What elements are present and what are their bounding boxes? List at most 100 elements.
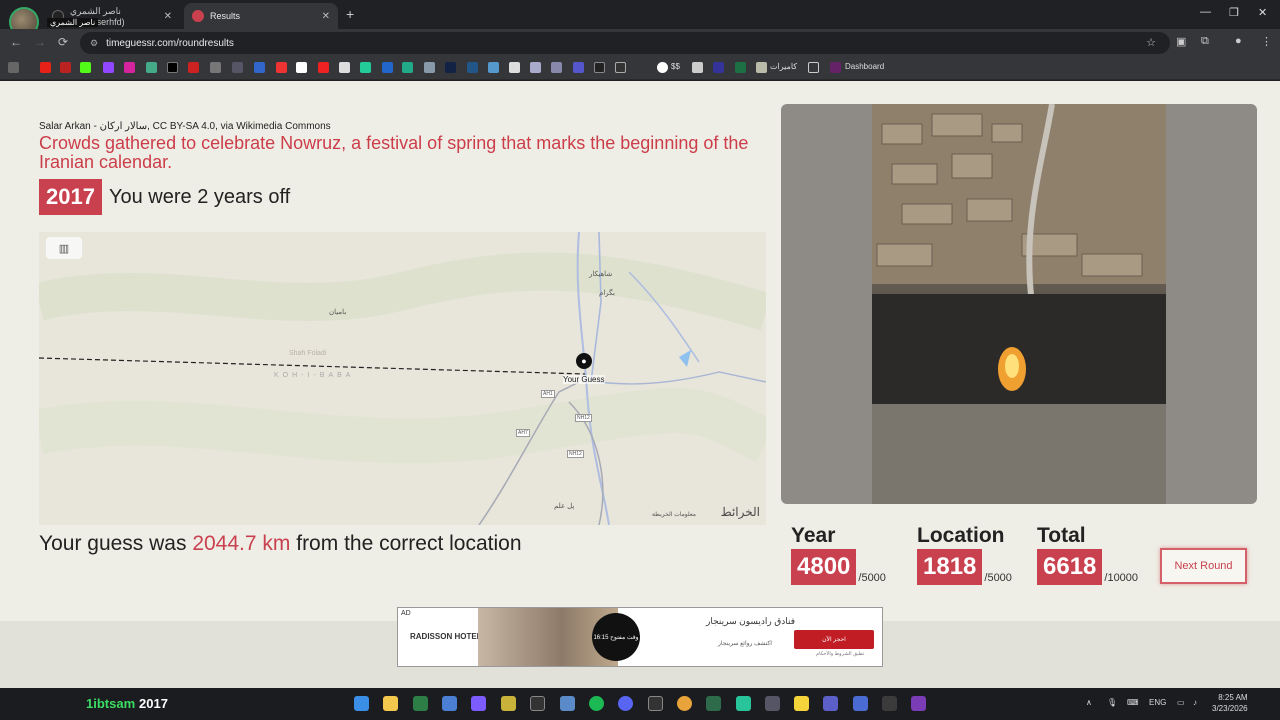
tray-chevron-icon[interactable]: ∧ — [1086, 698, 1092, 707]
bookmark-icon[interactable] — [254, 62, 265, 73]
new-tab-button[interactable]: + — [346, 6, 354, 22]
address-bar[interactable]: ⚙ timeguessr.com/roundresults ☆ — [80, 32, 1170, 54]
years-off-text: You were 2 years off — [109, 186, 291, 208]
apps-icon[interactable] — [8, 62, 19, 73]
reload-icon[interactable]: ⟳ — [58, 35, 68, 49]
bookmark-icon[interactable] — [488, 62, 499, 73]
extension-icon[interactable]: ▣ — [1176, 35, 1186, 48]
microphone-icon[interactable]: 🎙 — [1107, 698, 1117, 707]
bookmark-icon[interactable] — [573, 62, 584, 73]
advertisement-banner[interactable]: AD RADISSON HOTELS وقت مفتوح 16:15 فنادق… — [397, 607, 883, 667]
bookmark-icon[interactable] — [232, 62, 243, 73]
bookmark-icon[interactable] — [713, 62, 724, 73]
bookmark-icon[interactable] — [188, 62, 199, 73]
bookmark-icon[interactable] — [339, 62, 350, 73]
bookmark-icon[interactable] — [530, 62, 541, 73]
bookmark-icon[interactable] — [424, 62, 435, 73]
sticky-notes-icon[interactable] — [794, 696, 809, 711]
bookmark-icon[interactable] — [296, 62, 307, 73]
window-close-icon[interactable]: ✕ — [1258, 6, 1267, 19]
close-icon[interactable]: ✕ — [164, 11, 172, 22]
instagram-icon[interactable] — [124, 62, 135, 73]
year-score: Year 4800 /5000 — [791, 524, 886, 585]
ad-circle-badge: وقت مفتوح 16:15 — [592, 613, 640, 661]
bookmark-icon[interactable] — [318, 62, 329, 73]
bookmark-icon[interactable] — [551, 62, 562, 73]
bookmark-icon[interactable] — [615, 62, 626, 73]
spotify-icon[interactable] — [589, 696, 604, 711]
bookmark-icon[interactable] — [360, 62, 371, 73]
folder-icon[interactable] — [808, 62, 819, 73]
app-icon[interactable] — [911, 696, 926, 711]
bookmark-icon[interactable] — [692, 62, 703, 73]
language-indicator[interactable]: ENG — [1149, 698, 1166, 707]
google-icon[interactable] — [657, 62, 668, 73]
ad-subline: اكتشف روائع سرينجار — [718, 641, 772, 647]
app-icon[interactable] — [560, 696, 575, 711]
teams-icon[interactable] — [823, 696, 838, 711]
map-place-label: پل علم — [554, 503, 575, 510]
app-icon[interactable] — [471, 696, 486, 711]
app-icon[interactable] — [442, 696, 457, 711]
volume-icon[interactable]: ♪ — [1193, 698, 1197, 707]
result-map[interactable]: ▥ بامیان شاهیکار بگرام Shah Foladi KOH-I… — [39, 232, 766, 525]
ad-brand-logo: RADISSON HOTELS — [410, 632, 487, 641]
bookmark-cameras[interactable]: كاميرات — [770, 62, 797, 71]
youtube-icon[interactable] — [40, 62, 51, 73]
app-icon[interactable] — [530, 696, 545, 711]
bookmark-icon[interactable] — [445, 62, 456, 73]
bookmark-icon[interactable] — [60, 62, 71, 73]
app-icon[interactable] — [882, 696, 897, 711]
bookmark-icon[interactable] — [756, 62, 767, 73]
keyboard-icon[interactable]: ⌨ — [1127, 698, 1139, 707]
bookmark-icon[interactable] — [509, 62, 520, 73]
clock[interactable]: 8:25 AM 3/23/2026 — [1212, 692, 1248, 714]
year-score-value: 4800 — [791, 549, 857, 585]
bookmark-label[interactable]: $$ — [671, 62, 680, 71]
excel-icon[interactable] — [735, 62, 746, 73]
app-icon[interactable] — [706, 696, 721, 711]
year-score-title: Year — [791, 524, 836, 547]
app-icon[interactable] — [765, 696, 780, 711]
overlay-year: 2017 — [139, 696, 168, 711]
distance-result: Your guess was 2044.7 km from the correc… — [39, 532, 522, 556]
bookmark-dashboard[interactable]: Dashboard — [845, 62, 884, 71]
map-layers-button[interactable]: ▥ — [46, 237, 82, 259]
app-icon[interactable] — [648, 696, 663, 711]
restore-icon[interactable]: ❐ — [1229, 6, 1239, 19]
twitch-icon[interactable] — [103, 62, 114, 73]
chrome-icon[interactable] — [677, 696, 692, 711]
ad-cta-button[interactable]: احجز الآن — [794, 630, 874, 649]
map-credit[interactable]: معلومات الخريطة — [652, 511, 696, 518]
clock-date: 3/23/2026 — [1212, 704, 1248, 713]
bookmark-icon[interactable] — [594, 62, 605, 73]
dashboard-icon[interactable] — [830, 62, 841, 73]
back-icon[interactable]: ← — [10, 35, 22, 49]
minimize-icon[interactable]: — — [1200, 6, 1211, 18]
menu-icon[interactable]: ⋮ — [1261, 35, 1272, 48]
x-icon[interactable] — [167, 62, 178, 73]
network-icon[interactable]: ▭ — [1177, 698, 1185, 707]
app-icon[interactable] — [736, 696, 751, 711]
bookmark-icon[interactable] — [382, 62, 393, 73]
discord-icon[interactable] — [618, 696, 633, 711]
extensions-puzzle-icon[interactable]: ⧉ — [1201, 35, 1209, 48]
bookmark-icon[interactable] — [146, 62, 157, 73]
bookmark-star-icon[interactable]: ☆ — [1146, 36, 1156, 49]
bookmark-icon[interactable] — [467, 62, 478, 73]
bookmark-icon[interactable] — [210, 62, 221, 73]
bookmark-icon[interactable] — [276, 62, 287, 73]
tab-results[interactable]: Results ✕ — [184, 3, 338, 29]
app-icon[interactable] — [501, 696, 516, 711]
site-info-icon[interactable]: ⚙ — [90, 38, 98, 49]
forward-icon[interactable]: → — [34, 35, 46, 49]
kick-icon[interactable] — [80, 62, 91, 73]
app-icon[interactable] — [853, 696, 868, 711]
file-explorer-icon[interactable] — [383, 696, 398, 711]
next-round-button[interactable]: Next Round — [1160, 548, 1247, 584]
start-icon[interactable] — [354, 696, 369, 711]
close-icon[interactable]: ✕ — [322, 11, 330, 22]
profile-icon[interactable]: ● — [1235, 35, 1242, 47]
app-icon[interactable] — [413, 696, 428, 711]
bookmark-icon[interactable] — [402, 62, 413, 73]
